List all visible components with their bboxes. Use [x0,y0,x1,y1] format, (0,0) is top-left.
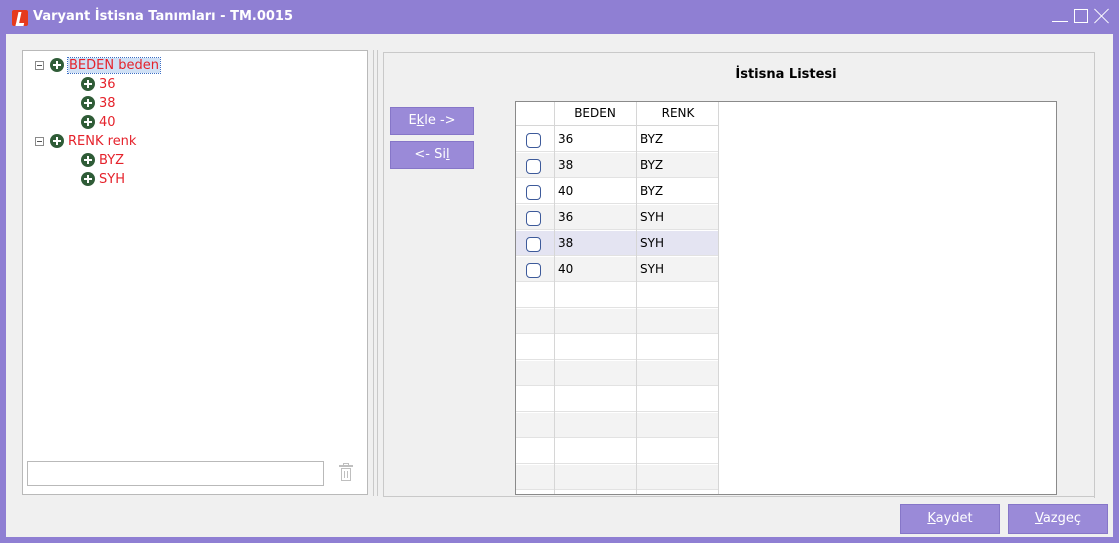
cell-beden: 36 [558,210,574,224]
table-row[interactable]: 38 SYH [516,231,719,256]
cell-renk: SYH [640,210,664,224]
row-checkbox[interactable] [526,159,541,174]
panel-border [1094,52,1095,498]
collapse-icon[interactable] [35,60,44,70]
close-icon[interactable] [1094,8,1110,24]
tree-node-label[interactable]: RENK renk [68,134,136,149]
tree-node-label[interactable]: 40 [99,115,116,130]
column-divider [718,102,719,494]
exception-list-title: İstisna Listesi [735,67,837,82]
empty-row [516,413,719,438]
add-button[interactable]: Ekle -> [390,107,474,135]
add-circle-icon[interactable] [81,115,95,129]
app-logo-icon [12,10,28,26]
save-button[interactable]: Kaydet [900,504,1000,534]
tree-node-label[interactable]: 38 [99,96,116,111]
add-circle-icon[interactable] [81,172,95,186]
table-row[interactable]: 40 BYZ [516,179,719,204]
collapse-icon[interactable] [35,136,44,146]
empty-row [516,439,719,464]
cell-beden: 38 [558,158,574,172]
table-row[interactable]: 36 SYH [516,205,719,230]
tree-node-syh[interactable]: SYH [81,170,125,188]
cell-renk: BYZ [640,132,664,146]
add-circle-icon[interactable] [81,77,95,91]
column-header-beden[interactable]: BEDEN [555,106,635,120]
empty-row [516,387,719,412]
row-checkbox[interactable] [526,133,541,148]
cell-renk: BYZ [640,158,664,172]
cell-beden: 40 [558,184,574,198]
title-bar[interactable]: Varyant İstisna Tanımları - TM.0015 [0,0,1119,34]
cell-renk: BYZ [640,184,664,198]
tree-node-label[interactable]: BEDEN beden [67,56,161,74]
empty-row [516,465,719,490]
row-checkbox[interactable] [526,185,541,200]
window-title: Varyant İstisna Tanımları - TM.0015 [33,9,293,24]
empty-row [516,361,719,386]
panel-splitter[interactable] [373,50,378,496]
cell-renk: SYH [640,262,664,276]
empty-row [516,309,719,334]
cell-beden: 38 [558,236,574,250]
tree-node-beden[interactable]: BEDEN beden [35,56,161,74]
variant-tree[interactable]: BEDEN beden 36 38 40 RENK renk BYZ SYH [22,50,368,495]
tree-node-38[interactable]: 38 [81,94,116,112]
tree-node-renk[interactable]: RENK renk [35,132,136,150]
column-divider [554,102,555,494]
add-circle-icon[interactable] [50,58,64,72]
table-row[interactable]: 38 BYZ [516,153,719,178]
cancel-button[interactable]: Vazgeç [1008,504,1108,534]
exception-grid[interactable]: 36 BYZ 38 BYZ 40 BYZ 36 SYH 38 SYH 40 SY… [515,101,1057,495]
trash-icon[interactable] [339,463,353,482]
cell-beden: 40 [558,262,574,276]
table-row[interactable]: 36 BYZ [516,127,719,152]
tree-node-label[interactable]: 36 [99,77,116,92]
row-checkbox[interactable] [526,263,541,278]
column-divider [636,102,637,494]
empty-row [516,283,719,308]
tree-node-label[interactable]: BYZ [99,153,124,168]
add-circle-icon[interactable] [81,153,95,167]
add-circle-icon[interactable] [81,96,95,110]
tree-search-input[interactable] [27,461,324,486]
minimize-icon[interactable] [1052,8,1068,24]
tree-node-40[interactable]: 40 [81,113,116,131]
table-row[interactable]: 40 SYH [516,257,719,282]
cell-beden: 36 [558,132,574,146]
tree-node-36[interactable]: 36 [81,75,116,93]
column-header-renk[interactable]: RENK [637,106,719,120]
cell-renk: SYH [640,236,664,250]
tree-node-label[interactable]: SYH [99,172,125,187]
tree-node-byz[interactable]: BYZ [81,151,124,169]
remove-button[interactable]: <- Sil [390,141,474,169]
grid-header: BEDEN RENK [516,102,719,126]
panel-border [383,496,1095,497]
add-circle-icon[interactable] [50,134,64,148]
maximize-icon[interactable] [1073,8,1089,24]
row-checkbox[interactable] [526,211,541,226]
row-checkbox[interactable] [526,237,541,252]
empty-row [516,335,719,360]
